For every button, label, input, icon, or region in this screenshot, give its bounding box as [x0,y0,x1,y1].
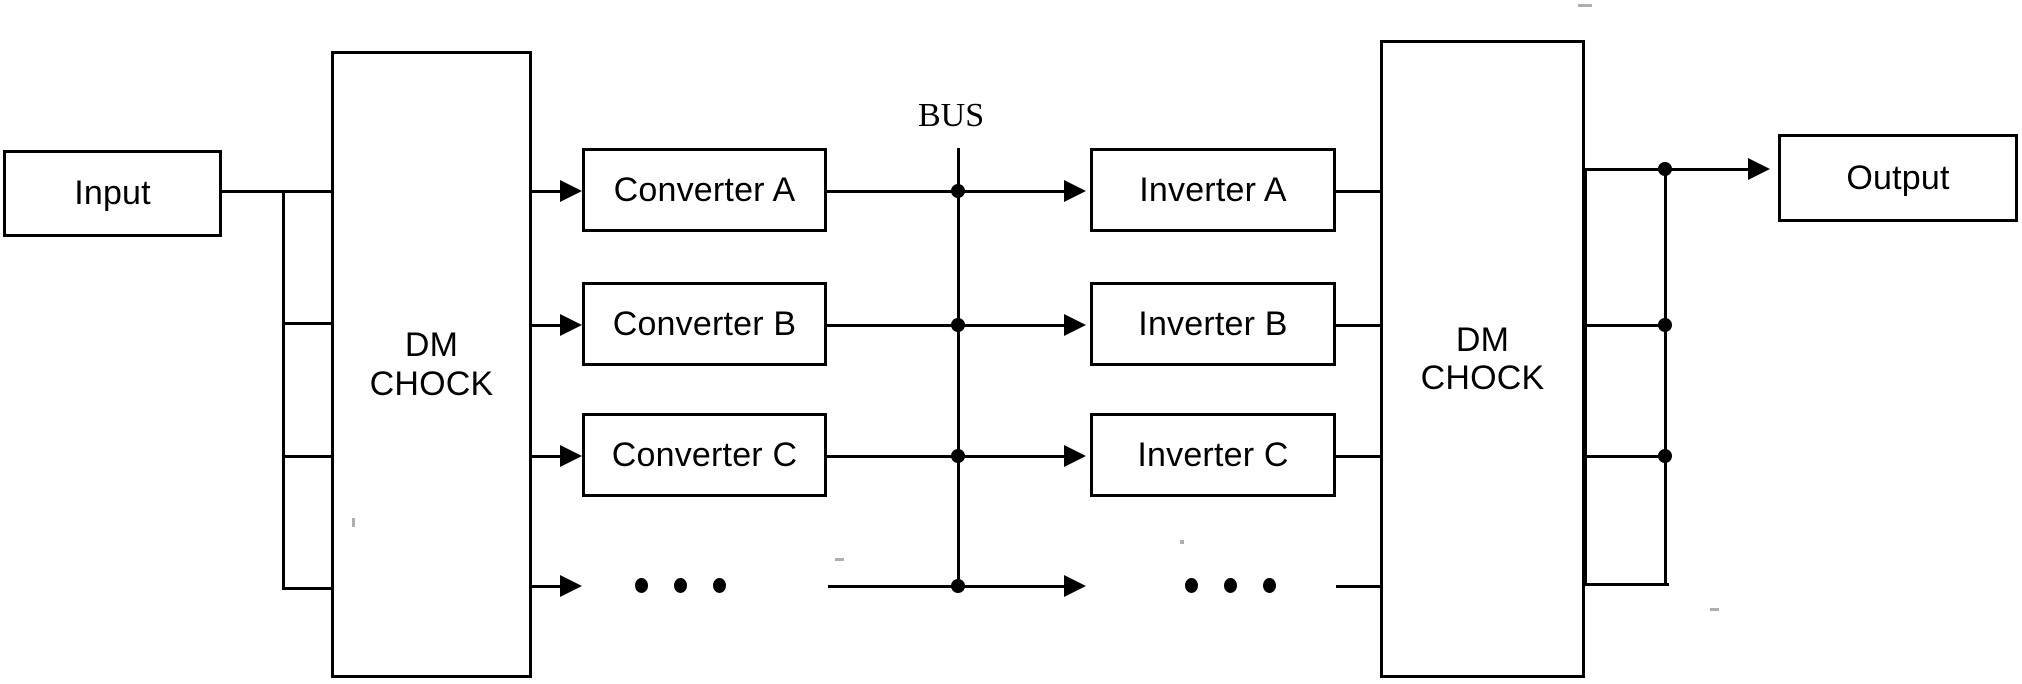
dm-chock-left-block[interactable]: DM CHOCK [331,51,532,678]
ellipsis-dot [635,578,648,593]
converter-b-label: Converter B [612,304,797,343]
dm-chock-right-label-line2: CHOCK [1420,359,1545,397]
ellipsis-dot [674,578,687,593]
output-junction-dot-2 [1658,318,1672,332]
arrowhead-output [1748,158,1770,180]
inverter-b-label: Inverter B [1138,304,1288,343]
dm-chock-left-label-line2: CHOCK [369,364,494,403]
converter-continuation-ellipsis [635,578,726,593]
bus-junction-dot-c [951,449,965,463]
bus-junction-dot-b [951,318,965,332]
inverter-b-block[interactable]: Inverter B [1090,282,1336,366]
inverter-a-block[interactable]: Inverter A [1090,148,1336,232]
wire-left-feeder-stub-3 [282,455,334,458]
arrowhead-converter-c [560,445,582,467]
converter-a-label: Converter A [613,170,796,209]
wire-converter-a-to-bus [827,190,1070,193]
bus-vertical-trunk [957,148,960,588]
bus-junction-dot-more [951,579,965,593]
arrowhead-converter-b [560,314,582,336]
arrowhead-converter-a [560,180,582,202]
inverter-continuation-ellipsis [1185,578,1276,593]
arrowhead-converter-more [560,575,582,597]
wire-left-feeder-stub-1 [282,190,334,193]
wire-left-feeder-stub-4 [282,587,334,590]
converter-a-block[interactable]: Converter A [582,148,827,232]
wire-inverter-c-to-chock [1336,455,1382,458]
ellipsis-dot [713,578,726,593]
converter-c-block[interactable]: Converter C [582,413,827,497]
wire-converter-c-to-bus [827,455,1070,458]
wire-chock-to-converter-b [532,324,562,327]
wire-right-collector-2 [1584,324,1669,327]
output-junction-dot-3 [1658,449,1672,463]
wire-inverter-a-to-chock [1336,190,1382,193]
wire-inverter-more-to-chock [1336,585,1382,588]
dm-chock-right-block[interactable]: DM CHOCK [1380,40,1585,678]
right-chock-output-trunk [1584,168,1587,586]
scan-speck [835,558,844,561]
converter-c-label: Converter C [611,435,798,474]
ellipsis-dot [1263,578,1276,593]
input-block-label: Input [74,174,151,213]
wire-left-feeder-stub-2 [282,322,334,325]
scan-speck [1710,608,1719,611]
wire-right-collector-3 [1584,455,1669,458]
scan-speck [1578,4,1592,7]
arrowhead-inverter-a [1064,180,1086,202]
wire-continuation-to-bus [828,585,1070,588]
output-combining-bus [1664,168,1667,586]
dm-chock-left-label-line1: DM [404,326,459,365]
wire-right-collector-1 [1584,168,1669,171]
wire-bus-to-output [1664,168,1750,171]
inverter-c-block[interactable]: Inverter C [1090,413,1336,497]
wire-inverter-b-to-chock [1336,324,1382,327]
converter-b-block[interactable]: Converter B [582,282,827,366]
dm-chock-right-label-line1: DM [1455,320,1510,359]
scan-speck [352,518,355,527]
block-diagram-canvas: Input DM CHOCK Converter A Converter B C… [0,0,2022,684]
ellipsis-dot [1185,578,1198,593]
wire-chock-to-converter-more [532,585,562,588]
wire-left-feeder-trunk [282,190,285,590]
ellipsis-dot [1224,578,1237,593]
output-block[interactable]: Output [1778,134,2018,222]
wire-chock-to-converter-c [532,455,562,458]
arrowhead-inverter-b [1064,314,1086,336]
wire-converter-b-to-bus [827,324,1070,327]
bus-junction-dot-a [951,184,965,198]
wire-chock-to-converter-a [532,190,562,193]
arrowhead-inverter-c [1064,445,1086,467]
input-block[interactable]: Input [3,150,222,237]
wire-right-collector-4 [1584,583,1669,586]
bus-label: BUS [918,97,985,134]
arrowhead-inverter-more [1064,575,1086,597]
output-block-label: Output [1846,158,1950,197]
scan-speck [1180,540,1184,544]
inverter-a-label: Inverter A [1139,170,1287,209]
inverter-c-label: Inverter C [1137,435,1289,474]
